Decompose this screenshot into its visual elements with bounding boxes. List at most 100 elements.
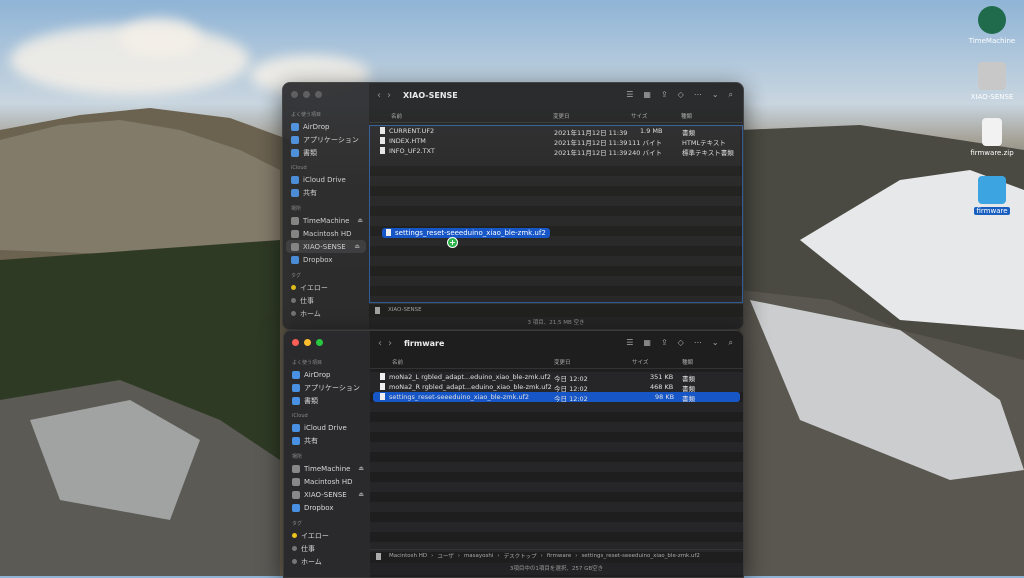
close-button[interactable]: [291, 91, 298, 98]
sidebar-item-applications[interactable]: アプリケーション: [284, 381, 370, 394]
sidebar-item-label: 仕事: [301, 544, 315, 553]
tag-icon[interactable]: ◇: [678, 90, 684, 100]
zip-file-icon: [982, 118, 1002, 146]
sidebar-item-shared[interactable]: 共有: [284, 434, 370, 447]
sidebar-item-label: iCloud Drive: [303, 175, 346, 184]
path-item[interactable]: masayoshi: [464, 553, 493, 559]
table-row[interactable]: CURRENT.UF2 2021年11月12日 11:39 1.9 MB 書類: [370, 126, 742, 137]
sidebar-item-icloud-drive[interactable]: iCloud Drive: [284, 421, 370, 434]
sidebar-item-tag-yellow[interactable]: イエロー: [283, 281, 369, 294]
back-forward-icons[interactable]: ‹›: [378, 338, 398, 349]
desktop-icon-xiao-sense[interactable]: XIAO-SENSE: [962, 62, 1022, 101]
eject-icon[interactable]: ⏏: [358, 465, 364, 472]
sidebar-item-airdrop[interactable]: AirDrop: [284, 368, 370, 381]
sidebar-item-tag-home[interactable]: ホーム: [283, 307, 369, 320]
column-name[interactable]: 名前: [392, 358, 403, 366]
grid-view-icon[interactable]: ▦: [643, 90, 651, 100]
sidebar-item-dropbox[interactable]: Dropbox: [284, 501, 370, 514]
chevron-right-icon: ›: [431, 553, 434, 559]
toolbar: ‹› firmware ☰ ▦ ⇪ ◇ ⋯ ⌄ ⌕: [370, 331, 743, 355]
share-icon[interactable]: ⇪: [661, 338, 668, 348]
folder-icon: [978, 176, 1006, 204]
eject-icon[interactable]: ⏏: [354, 243, 360, 250]
sidebar-item-label: ホーム: [300, 309, 321, 318]
path-item[interactable]: デスクトップ: [504, 552, 537, 560]
minimize-button[interactable]: [304, 339, 311, 346]
minimize-button[interactable]: [303, 91, 310, 98]
window-controls: [292, 339, 323, 346]
column-size[interactable]: サイズ: [631, 112, 647, 120]
sidebar-item-label: AirDrop: [304, 370, 331, 379]
desktop-icon-label: XIAO-SENSE: [970, 93, 1014, 101]
sidebar-item-tag-home[interactable]: ホーム: [284, 555, 370, 568]
sidebar-item-macintosh-hd[interactable]: Macintosh HD: [284, 475, 370, 488]
finder-window-firmware: よく使う項目 AirDrop アプリケーション 書類 iCloud iCloud…: [283, 330, 744, 578]
list-view-icon[interactable]: ☰: [626, 338, 633, 348]
chevron-down-icon[interactable]: ⌄: [712, 90, 719, 100]
drive-icon: [291, 242, 299, 251]
path-item[interactable]: ユーザ: [437, 552, 453, 560]
eject-icon[interactable]: ⏏: [358, 491, 364, 498]
sidebar-item-label: 共有: [303, 188, 317, 197]
grid-view-icon[interactable]: ▦: [643, 338, 651, 348]
back-forward-icons[interactable]: ‹›: [377, 90, 397, 101]
sidebar-item-macintosh-hd[interactable]: Macintosh HD: [283, 227, 369, 240]
zoom-button[interactable]: [315, 91, 322, 98]
sidebar-item-documents[interactable]: 書類: [284, 394, 370, 407]
table-row[interactable]: moNa2_L rgbled_adapt...eduino_xiao_ble-z…: [370, 372, 743, 383]
path-item[interactable]: Macintosh HD: [389, 553, 427, 559]
column-kind[interactable]: 種類: [682, 358, 693, 366]
desktop-icon-timemachine[interactable]: TimeMachine: [962, 6, 1022, 45]
sidebar-item-timemachine[interactable]: TimeMachine ⏏: [284, 462, 370, 475]
search-icon[interactable]: ⌕: [729, 90, 733, 100]
cloud-icon: [292, 423, 300, 432]
sidebar-item-timemachine[interactable]: TimeMachine ⏏: [283, 214, 369, 227]
sidebar-item-dropbox[interactable]: Dropbox: [283, 253, 369, 266]
table-row[interactable]: INFO_UF2.TXT 2021年11月12日 11:39 240 バイト 標…: [370, 146, 742, 157]
document-icon: [380, 383, 385, 390]
sidebar-item-xiao-sense[interactable]: XIAO-SENSE ⏏: [286, 240, 366, 253]
close-button[interactable]: [292, 339, 299, 346]
column-size[interactable]: サイズ: [632, 358, 648, 366]
tag-icon: [291, 298, 296, 303]
sidebar-item-tag-yellow[interactable]: イエロー: [284, 529, 370, 542]
table-row[interactable]: INDEX.HTM 2021年11月12日 11:39 111 バイト HTML…: [370, 136, 742, 147]
status-bar: 3項目中の1項目を選択、257 GB空き: [370, 563, 743, 575]
column-name[interactable]: 名前: [391, 112, 402, 120]
sidebar-item-shared[interactable]: 共有: [283, 186, 369, 199]
file-name-cell: moNa2_R rgbled_adapt...eduino_xiao_ble-z…: [380, 383, 552, 391]
sidebar-item-documents[interactable]: 書類: [283, 146, 369, 159]
more-icon[interactable]: ⋯: [694, 338, 702, 348]
zoom-button[interactable]: [316, 339, 323, 346]
status-bar: 3 項目、21.5 MB 空き: [369, 317, 743, 329]
table-row-selected[interactable]: settings_reset-seeeduino_xiao_ble-zmk.uf…: [373, 392, 740, 403]
toolbar-tools: ☰ ▦ ⇪ ◇ ⋯ ⌄ ⌕: [626, 338, 733, 348]
sidebar-item-tag-work[interactable]: 仕事: [283, 294, 369, 307]
more-icon[interactable]: ⋯: [694, 90, 702, 100]
column-date[interactable]: 変更日: [553, 112, 570, 120]
table-row[interactable]: moNa2_R rgbled_adapt...eduino_xiao_ble-z…: [370, 382, 743, 393]
yellow-tag-icon: [291, 285, 296, 290]
path-item[interactable]: settings_reset-seeeduino_xiao_ble-zmk.uf…: [581, 553, 699, 559]
list-view-icon[interactable]: ☰: [626, 90, 633, 100]
desktop-icon-firmware-zip[interactable]: firmware.zip: [962, 118, 1022, 157]
sidebar-item-xiao-sense[interactable]: XIAO-SENSE ⏏: [284, 488, 370, 501]
path-item[interactable]: XIAO-SENSE: [388, 307, 422, 313]
tag-icon[interactable]: ◇: [678, 338, 684, 348]
file-name: INDEX.HTM: [389, 137, 426, 145]
search-icon[interactable]: ⌕: [729, 338, 733, 348]
sidebar-item-icloud-drive[interactable]: iCloud Drive: [283, 173, 369, 186]
desktop-icon-firmware[interactable]: firmware: [962, 176, 1022, 215]
sidebar-item-applications[interactable]: アプリケーション: [283, 133, 369, 146]
path-item[interactable]: firmware: [547, 553, 571, 559]
column-date[interactable]: 変更日: [554, 358, 571, 366]
window-controls: [291, 91, 322, 98]
sidebar-item-airdrop[interactable]: AirDrop: [283, 120, 369, 133]
eject-icon[interactable]: ⏏: [357, 217, 363, 224]
file-name-cell: INDEX.HTM: [380, 137, 426, 145]
sidebar-section-favorites: よく使う項目: [292, 360, 323, 366]
column-kind[interactable]: 種類: [681, 112, 692, 120]
sidebar-item-tag-work[interactable]: 仕事: [284, 542, 370, 555]
chevron-down-icon[interactable]: ⌄: [712, 338, 719, 348]
share-icon[interactable]: ⇪: [661, 90, 668, 100]
